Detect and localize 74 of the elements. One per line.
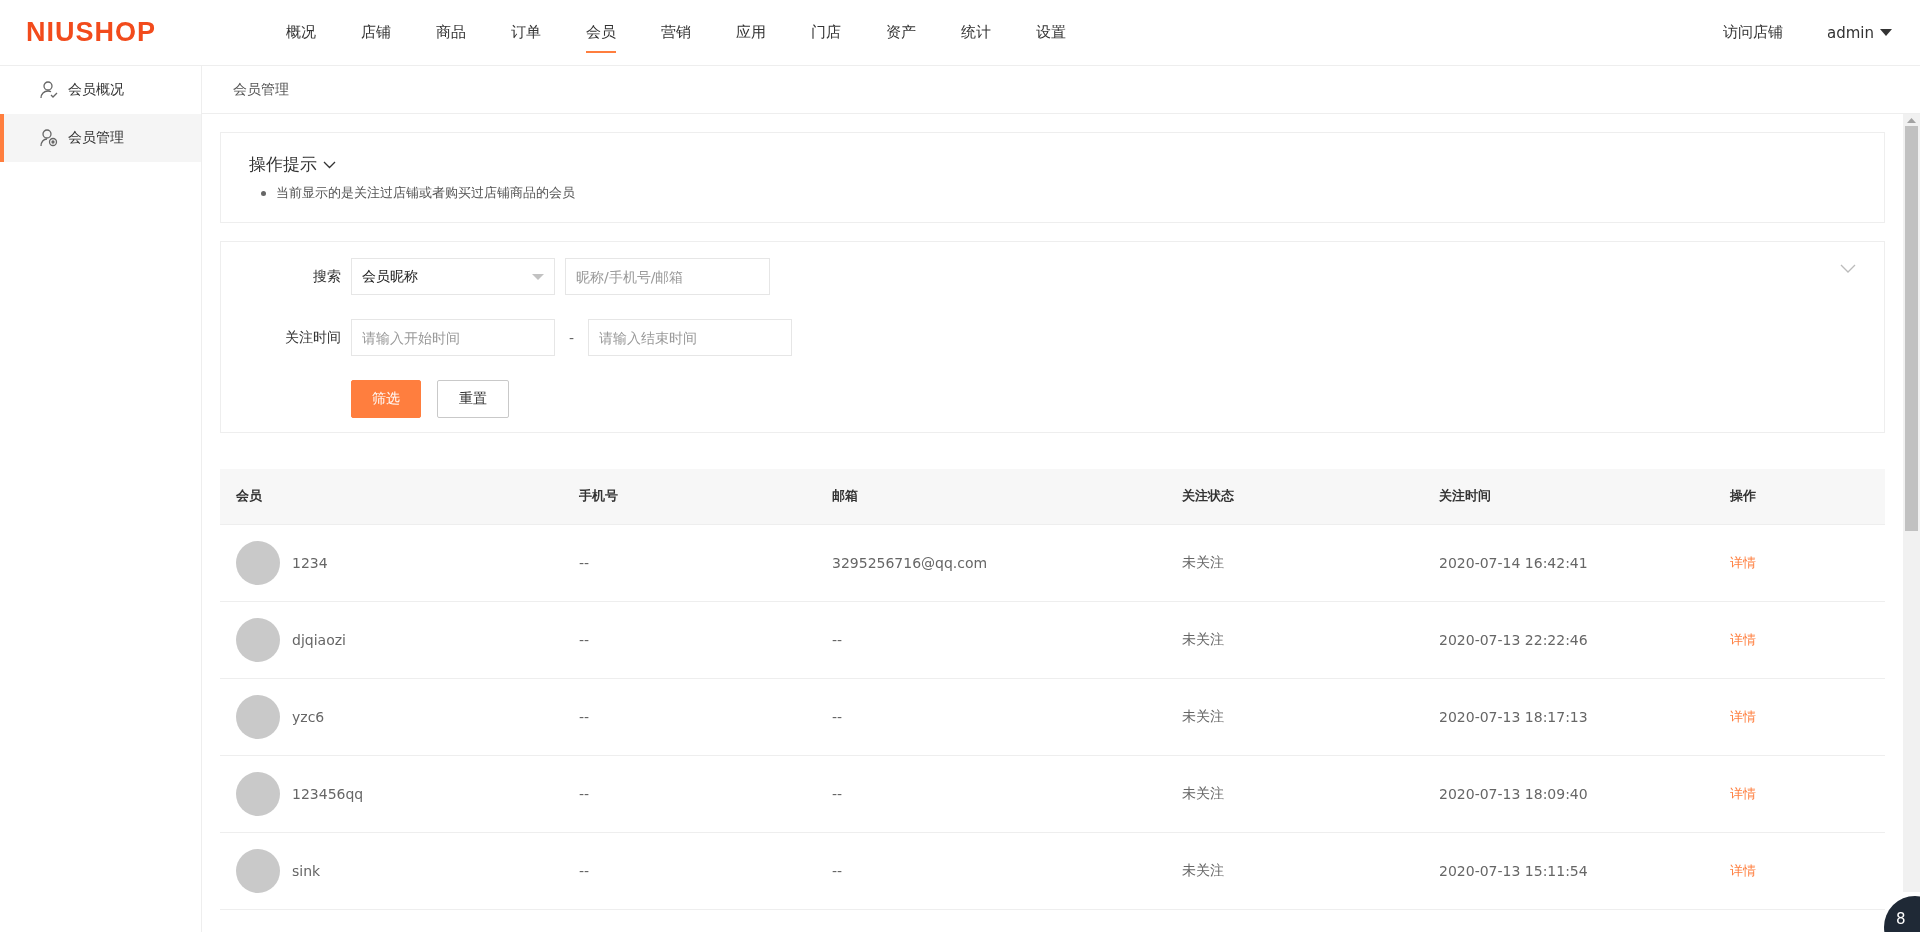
table-cell: 2020-07-13 18:17:13 (1423, 678, 1714, 755)
table-cell: -- (816, 832, 1166, 909)
table-cell: 未关注 (1166, 832, 1423, 909)
nav-tab[interactable]: 商品 (413, 0, 488, 65)
caret-icon (1880, 29, 1892, 36)
column-header: 手机号 (563, 469, 816, 524)
table-cell: -- (816, 755, 1166, 832)
nav-tab[interactable]: 订单 (488, 0, 563, 65)
search-field[interactable]: 昵称/手机号/邮箱 (565, 258, 770, 295)
scrollbar[interactable] (1903, 114, 1920, 892)
search-type-select[interactable]: 会员昵称 (351, 258, 555, 295)
sidebar-item[interactable]: 会员管理 (0, 114, 201, 162)
column-header: 关注时间 (1423, 469, 1714, 524)
tip-text: 当前显示的是关注过店铺或者购买过店铺商品的会员 (276, 184, 575, 202)
floating-badge[interactable]: 8 (1884, 896, 1920, 932)
member-nickname: djqiaozi (292, 631, 346, 648)
user-menu[interactable]: admin (1827, 23, 1892, 42)
table-cell: 未关注 (1166, 601, 1423, 678)
avatar-placeholder (236, 540, 280, 585)
logo: NIUSHOP (26, 17, 158, 48)
table-cell: 未关注 (1166, 678, 1423, 755)
member-nickname: yzc6 (292, 708, 325, 725)
table-cell: 2020-07-13 18:09:40 (1423, 755, 1714, 832)
arrow-up-icon[interactable] (1907, 118, 1916, 123)
table-cell: -- (563, 524, 816, 601)
member-nickname: 123456qq (292, 785, 364, 802)
bullet-icon (261, 190, 266, 196)
avatar-placeholder (236, 694, 280, 739)
table-cell: 未关注 (1166, 524, 1423, 601)
table-cell: -- (816, 678, 1166, 755)
nav-tab[interactable]: 门店 (788, 0, 863, 65)
column-header: 邮箱 (816, 469, 1166, 524)
avatar-placeholder (236, 771, 280, 816)
start-time-field[interactable]: 请输入开始时间 (351, 319, 555, 356)
table-cell: -- (816, 601, 1166, 678)
table-cell: 2020-07-13 15:11:54 (1423, 832, 1714, 909)
visit-store-link[interactable]: 访问店铺 (1723, 23, 1783, 42)
column-header: 关注状态 (1166, 469, 1423, 524)
user-check-icon (40, 81, 58, 99)
nav-tab[interactable]: 统计 (938, 0, 1013, 65)
nav-tab[interactable]: 概况 (263, 0, 338, 65)
avatar-placeholder (236, 848, 280, 893)
caret-icon (532, 273, 544, 280)
tips-toggle[interactable]: 操作提示 (249, 153, 1856, 176)
chevron-down-icon[interactable] (1840, 264, 1856, 273)
table-cell: 2020-07-14 16:42:41 (1423, 524, 1714, 601)
nav-tab[interactable]: 会员 (563, 0, 638, 65)
table-cell: -- (563, 832, 816, 909)
nav-tab[interactable]: 应用 (713, 0, 788, 65)
table-cell: -- (563, 601, 816, 678)
chevron-down-icon (323, 160, 336, 169)
user-gear-icon (40, 129, 58, 147)
table-cell: -- (563, 678, 816, 755)
column-header: 会员 (220, 469, 563, 524)
avatar-placeholder (236, 617, 280, 662)
field-label: 关注时间 (284, 328, 341, 347)
end-time-field[interactable]: 请输入结束时间 (588, 319, 793, 356)
table-cell: 2020-07-13 22:22:46 (1423, 601, 1714, 678)
scrollbar-thumb[interactable] (1905, 126, 1918, 531)
table-cell: 3295256716@qq.com (816, 524, 1166, 601)
field-label: 搜索 (312, 267, 341, 286)
breadcrumb: 会员管理 (202, 66, 1920, 114)
nav-tab[interactable]: 营销 (638, 0, 713, 65)
nav-tab[interactable]: 设置 (1013, 0, 1088, 65)
nav-tab[interactable]: 资产 (863, 0, 938, 65)
member-nickname: 1234 (292, 554, 328, 571)
member-nickname: sink (292, 862, 321, 879)
table-cell: 未关注 (1166, 755, 1423, 832)
column-header: 操作 (1714, 469, 1885, 524)
reset-button[interactable]: 重置 (437, 380, 509, 418)
nav-tab[interactable]: 店铺 (338, 0, 413, 65)
range-separator: - (568, 329, 576, 346)
table-cell: -- (563, 755, 816, 832)
sidebar-item[interactable]: 会员概况 (0, 66, 201, 114)
